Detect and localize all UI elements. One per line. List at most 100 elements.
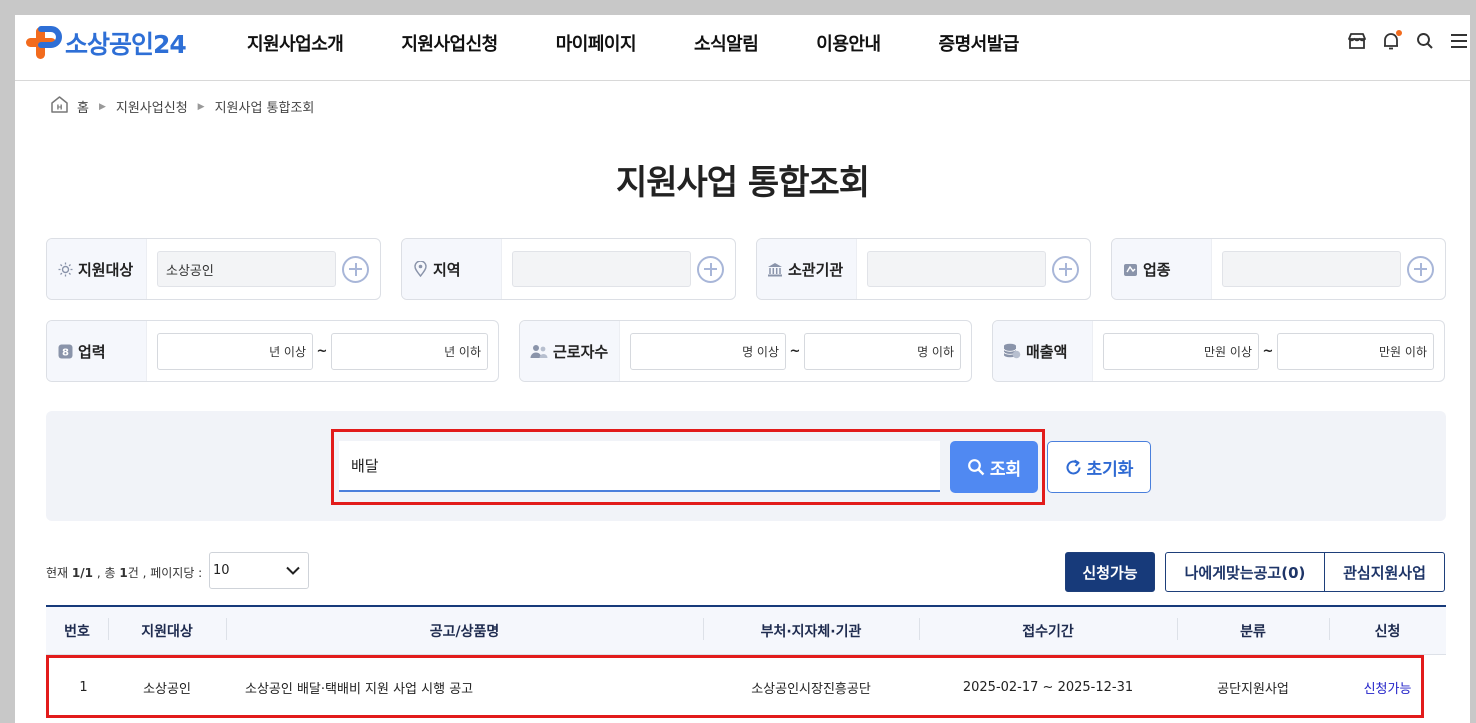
cell-number: 1: [79, 679, 88, 695]
page: 소상공인24 지원사업소개 지원사업신청 마이페이지 소식알림 이용안내 증명서…: [15, 15, 1470, 723]
years-max-input[interactable]: 년 이하: [331, 332, 488, 370]
filter-agency: 소관기관: [756, 238, 1091, 300]
institution-icon: [767, 261, 783, 277]
table-header: 번호 지원대상 공고/상품명 부처·지자체·기관 접수기간 분류 신청: [46, 605, 1446, 655]
industry-icon: [1122, 261, 1138, 277]
number-eight-icon: 8: [57, 343, 73, 359]
range-tilde: ~: [789, 343, 801, 359]
range-tilde: ~: [316, 343, 328, 359]
chevron-right-icon: ▶: [98, 101, 106, 112]
status-current: 1/1: [71, 565, 94, 580]
location-pin-icon: [412, 261, 428, 277]
add-region-button[interactable]: [697, 255, 724, 283]
cell-title[interactable]: 소상공인 배달·택배비 지원 사업 시행 공고: [213, 678, 703, 697]
workers-min-input[interactable]: 명 이상: [630, 332, 786, 370]
people-icon: [530, 343, 548, 359]
header-title: 공고/상품명: [226, 617, 703, 641]
filter-sales: 매출액 만원 이상 ~ 만원 이하: [992, 320, 1445, 382]
logo-mark-icon: [25, 25, 63, 61]
svg-text:H: H: [57, 104, 63, 112]
filter-region: 지역: [401, 238, 736, 300]
add-industry-button[interactable]: [1407, 255, 1434, 283]
sun-icon: [57, 261, 73, 277]
breadcrumb-home[interactable]: 홈: [77, 97, 89, 116]
filter-workers-label: 근로자수: [553, 342, 609, 361]
breadcrumb: H 홈 ▶ 지원사업신청 ▶ 지원사업 통합조회: [50, 95, 314, 118]
search-icon[interactable]: [1414, 30, 1436, 52]
table-row[interactable]: 1 소상공인 소상공인 배달·택배비 지원 사업 시행 공고 소상공인시장진흥공…: [46, 655, 1446, 719]
cell-apply-link[interactable]: 신청가능: [1329, 678, 1446, 697]
store-icon[interactable]: [1346, 30, 1368, 52]
menu-item-guide[interactable]: 이용안내: [816, 30, 881, 56]
filter-agency-value[interactable]: [867, 251, 1046, 287]
breadcrumb-apply[interactable]: 지원사업신청: [116, 97, 188, 116]
filter-target-value[interactable]: 소상공인: [157, 251, 336, 287]
filter-target-label: 지원대상: [78, 260, 134, 279]
status-total: 1: [119, 565, 128, 580]
cell-target: 소상공인: [143, 681, 191, 697]
menu-item-intro[interactable]: 지원사업소개: [247, 30, 344, 56]
home-icon[interactable]: H: [50, 95, 69, 118]
chevron-down-icon: [286, 564, 300, 579]
global-header: 소상공인24 지원사업소개 지원사업신청 마이페이지 소식알림 이용안내 증명서…: [15, 15, 1470, 81]
range-tilde: ~: [1262, 343, 1274, 359]
filter-target: 지원대상 소상공인: [46, 238, 381, 300]
menu-item-apply[interactable]: 지원사업신청: [401, 30, 498, 56]
coins-icon: [1003, 343, 1021, 359]
chevron-right-icon: ▶: [197, 101, 205, 112]
filter-workers: 근로자수 명 이상 ~ 명 이하: [519, 320, 972, 382]
page-title: 지원사업 통합조회: [615, 163, 870, 203]
site-logo[interactable]: 소상공인24: [25, 25, 187, 61]
logo-text: 소상공인24: [65, 30, 187, 59]
search-button-label: 조회: [989, 459, 1022, 480]
magnifier-icon: [967, 458, 985, 476]
refresh-icon: [1065, 459, 1082, 476]
filter-years-label: 업력: [78, 342, 106, 361]
menu-item-news[interactable]: 소식알림: [694, 30, 759, 56]
main-menu: 지원사업소개 지원사업신청 마이페이지 소식알림 이용안내 증명서발급: [247, 30, 1077, 56]
reset-button-label: 초기화: [1086, 459, 1134, 480]
years-min-input[interactable]: 년 이상: [157, 332, 313, 370]
per-page-select[interactable]: 10: [209, 552, 309, 589]
status-current-label: 현재: [46, 566, 69, 580]
filter-industry: 업종: [1111, 238, 1446, 300]
menu-item-certificate[interactable]: 증명서발급: [939, 30, 1020, 56]
filter-region-value[interactable]: [512, 251, 691, 287]
filter-agency-label: 소관기관: [788, 260, 844, 279]
list-status: 현재 1/1 , 총 1건 , 페이지당 :: [46, 564, 202, 581]
breadcrumb-current: 지원사업 통합조회: [214, 101, 315, 116]
search-input[interactable]: 배달: [339, 441, 940, 492]
workers-max-input[interactable]: 명 이하: [804, 332, 961, 370]
filter-industry-label: 업종: [1143, 260, 1171, 279]
bell-icon[interactable]: [1380, 30, 1402, 52]
header-category: 분류: [1177, 617, 1329, 641]
filter-years: 8 업력 년 이상 ~ 년 이하: [46, 320, 499, 382]
status-per-page-label: , 페이지당 :: [142, 566, 203, 580]
sales-min-input[interactable]: 만원 이상: [1103, 332, 1259, 370]
tab-matched[interactable]: 나에게맞는공고(0): [1165, 552, 1325, 592]
notification-dot: [1396, 30, 1402, 36]
cell-agency: 소상공인시장진흥공단: [751, 681, 871, 697]
results-table: 번호 지원대상 공고/상품명 부처·지자체·기관 접수기간 분류 신청 1 소상…: [46, 605, 1446, 719]
cell-period: 2025-02-17 ~ 2025-12-31: [962, 679, 1134, 695]
tab-available[interactable]: 신청가능: [1065, 552, 1155, 592]
header-target: 지원대상: [108, 617, 226, 641]
sales-max-input[interactable]: 만원 이하: [1277, 332, 1434, 370]
header-period: 접수기간: [919, 617, 1177, 641]
header-apply: 신청: [1329, 617, 1446, 641]
tab-interest[interactable]: 관심지원사업: [1324, 552, 1445, 592]
menu-icon[interactable]: [1448, 30, 1470, 52]
per-page-value: 10: [213, 563, 230, 578]
search-button[interactable]: 조회: [950, 441, 1038, 493]
filter-industry-value[interactable]: [1222, 251, 1401, 287]
header-agency: 부처·지자체·기관: [703, 617, 919, 641]
filter-sales-label: 매출액: [1026, 342, 1068, 361]
add-agency-button[interactable]: [1052, 255, 1079, 283]
menu-item-mypage[interactable]: 마이페이지: [556, 30, 637, 56]
header-number: 번호: [64, 623, 90, 640]
status-unit: 건: [127, 566, 139, 580]
reset-button[interactable]: 초기화: [1047, 441, 1151, 493]
cell-category: 공단지원사업: [1217, 681, 1289, 697]
filter-region-label: 지역: [433, 260, 461, 279]
add-target-button[interactable]: [342, 255, 369, 283]
